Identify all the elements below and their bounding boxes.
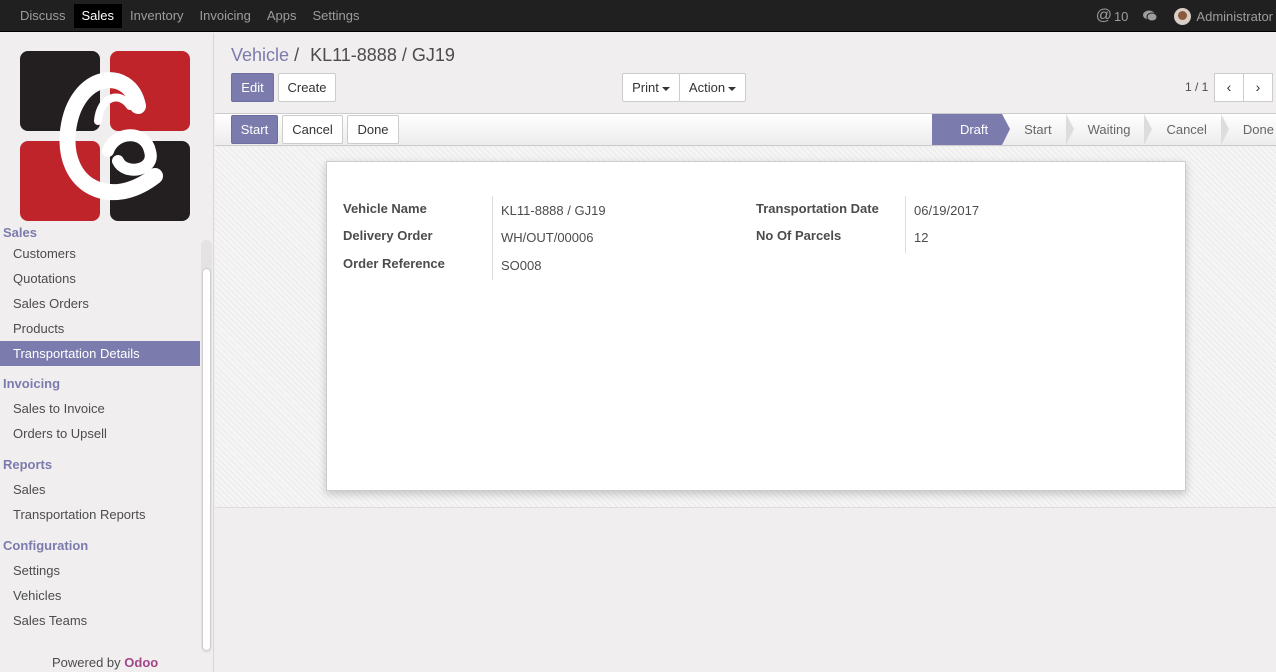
pager-previous-button[interactable]: ‹ bbox=[1214, 73, 1244, 102]
stage-waiting[interactable]: Waiting bbox=[1066, 114, 1153, 145]
menu-settings[interactable]: Settings bbox=[304, 0, 367, 32]
user-avatar[interactable] bbox=[1174, 7, 1192, 25]
powered-by-text: Powered by bbox=[52, 655, 121, 670]
sidebar: Sales Customers Quotations Sales Orders … bbox=[0, 33, 214, 672]
notification-count[interactable]: 10 bbox=[1114, 9, 1128, 24]
cancel-button[interactable]: Cancel bbox=[282, 115, 343, 144]
odoo-link[interactable]: Odoo bbox=[124, 655, 158, 670]
stage-cancel[interactable]: Cancel bbox=[1144, 114, 1230, 145]
action-label: Action bbox=[688, 80, 726, 95]
sidebar-item-transportation-details[interactable]: Transportation Details bbox=[0, 341, 200, 366]
edit-button[interactable]: Edit bbox=[231, 73, 274, 102]
field-divider bbox=[492, 196, 493, 280]
top-navbar: Discuss Sales Inventory Invoicing Apps S… bbox=[0, 0, 1276, 32]
section-invoicing: Invoicing bbox=[3, 376, 61, 391]
section-configuration: Configuration bbox=[3, 538, 89, 553]
chevron-right-icon: › bbox=[1255, 79, 1261, 95]
sidebar-item-vehicles[interactable]: Vehicles bbox=[0, 583, 200, 608]
sidebar-item-products[interactable]: Products bbox=[0, 316, 200, 341]
pager-value[interactable]: 1 / 1 bbox=[1185, 80, 1208, 94]
user-name[interactable]: Administrator bbox=[1196, 9, 1273, 24]
transportation-date-value: 06/19/2017 bbox=[914, 203, 980, 218]
vehicle-name-label: Vehicle Name bbox=[343, 201, 427, 216]
main-content: Vehicle / KL11-8888 / GJ19 Edit Create P… bbox=[215, 33, 1276, 672]
action-dropdown[interactable]: Action bbox=[679, 73, 746, 102]
stage-start[interactable]: Start bbox=[1002, 114, 1075, 145]
sidebar-item-customers[interactable]: Customers bbox=[0, 241, 200, 266]
section-reports: Reports bbox=[3, 457, 53, 472]
mention-icon[interactable]: @ bbox=[1096, 7, 1112, 25]
stage-pipeline: Draft Start Waiting Cancel Done bbox=[931, 114, 1276, 145]
print-label: Print bbox=[632, 80, 659, 95]
menu-discuss[interactable]: Discuss bbox=[12, 0, 74, 32]
sidebar-item-sales-orders[interactable]: Sales Orders bbox=[0, 291, 200, 316]
sidebar-item-sales-report[interactable]: Sales bbox=[0, 477, 200, 502]
vehicle-name-value: KL11-8888 / GJ19 bbox=[501, 203, 606, 218]
form-sheet: Vehicle Name KL11-8888 / GJ19 Delivery O… bbox=[326, 161, 1186, 491]
caret-down-icon bbox=[728, 86, 737, 91]
sidebar-item-sales-to-invoice[interactable]: Sales to Invoice bbox=[0, 396, 200, 421]
sidebar-scrollbar-thumb[interactable] bbox=[202, 268, 211, 651]
delivery-order-label: Delivery Order bbox=[343, 228, 433, 243]
breadcrumb-current: KL11-8888 / GJ19 bbox=[310, 45, 455, 65]
delivery-order-value[interactable]: WH/OUT/00006 bbox=[501, 230, 593, 245]
sidebar-item-quotations[interactable]: Quotations bbox=[0, 266, 200, 291]
menu-sales[interactable]: Sales bbox=[73, 4, 123, 28]
menu-apps[interactable]: Apps bbox=[259, 0, 305, 32]
create-button[interactable]: Create bbox=[278, 73, 336, 102]
print-dropdown[interactable]: Print bbox=[622, 73, 680, 102]
company-logo bbox=[20, 51, 190, 221]
systray: @ 10 Administrator bbox=[1096, 0, 1273, 32]
statusbar: Start Cancel Done Draft Start Waiting Ca… bbox=[215, 113, 1276, 146]
app-menu: Discuss Sales Inventory Invoicing Apps S… bbox=[12, 0, 367, 32]
form-view: Vehicle Name KL11-8888 / GJ19 Delivery O… bbox=[215, 147, 1276, 508]
done-button[interactable]: Done bbox=[347, 115, 399, 144]
sidebar-item-settings[interactable]: Settings bbox=[0, 558, 200, 583]
chat-icon[interactable] bbox=[1142, 10, 1158, 22]
sidebar-item-transportation-reports[interactable]: Transportation Reports bbox=[0, 502, 200, 527]
sidebar-item-orders-to-upsell[interactable]: Orders to Upsell bbox=[0, 421, 200, 446]
powered-by: Powered by Odoo bbox=[52, 655, 158, 670]
menu-invoicing[interactable]: Invoicing bbox=[192, 0, 259, 32]
start-button[interactable]: Start bbox=[231, 115, 278, 144]
breadcrumb: Vehicle / KL11-8888 / GJ19 bbox=[231, 45, 455, 66]
pager-next-button[interactable]: › bbox=[1243, 73, 1273, 102]
no-of-parcels-value: 12 bbox=[914, 230, 929, 245]
stage-done[interactable]: Done bbox=[1221, 114, 1276, 145]
breadcrumb-parent[interactable]: Vehicle bbox=[231, 45, 289, 65]
stage-draft[interactable]: Draft bbox=[931, 114, 1011, 145]
transportation-date-label: Transportation Date bbox=[756, 201, 879, 216]
field-divider bbox=[905, 196, 906, 253]
order-reference-value[interactable]: SO008 bbox=[501, 258, 541, 273]
breadcrumb-separator: / bbox=[294, 45, 300, 65]
sidebar-menu: Sales Customers Quotations Sales Orders … bbox=[0, 225, 200, 633]
caret-down-icon bbox=[661, 86, 670, 91]
order-reference-label: Order Reference bbox=[343, 256, 445, 271]
sidebar-item-sales-teams[interactable]: Sales Teams bbox=[0, 608, 200, 633]
chevron-left-icon: ‹ bbox=[1226, 79, 1232, 95]
menu-inventory[interactable]: Inventory bbox=[122, 0, 191, 32]
no-of-parcels-label: No Of Parcels bbox=[756, 228, 842, 243]
section-sales: Sales bbox=[3, 225, 37, 240]
